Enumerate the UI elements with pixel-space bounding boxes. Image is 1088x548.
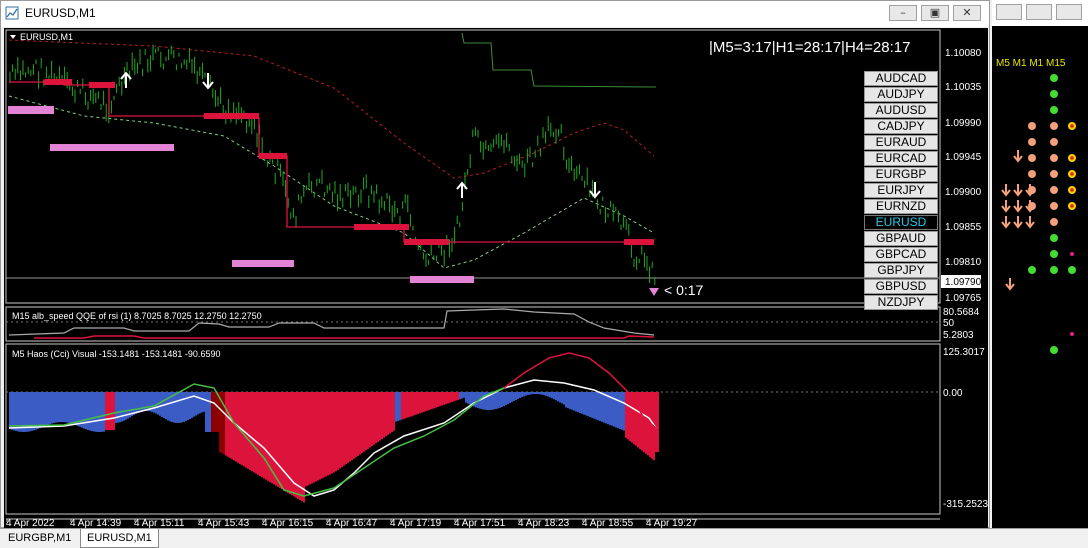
signal-arrows (120, 71, 601, 199)
time-tick: 4 Apr 17:51 (454, 518, 506, 528)
bar-countdown: < 0:17 (664, 282, 704, 298)
down-arrow-icon (1013, 216, 1023, 229)
panel-minimize-button[interactable] (996, 4, 1022, 20)
down-arrow-icon (1005, 278, 1015, 291)
chart-window: EURUSD,M1 – ▣ ✕ EURUSD,M1 |M5=3:17|H1=28… (0, 0, 990, 529)
qqe-axis-min: 5.2803 (943, 330, 974, 341)
time-tick: 4 Apr 17:19 (390, 518, 442, 528)
timeframe-timer: |M5=3:17|H1=28:17|H4=28:17 (709, 39, 910, 56)
symbol-button-cadjpy[interactable]: CADJPY (864, 119, 938, 134)
haos-histogram (8, 352, 659, 503)
symbol-button-audcad[interactable]: AUDCAD (864, 71, 938, 86)
qqe-axis-mid: 50 (943, 318, 955, 329)
time-tick: 4 Apr 18:23 (518, 518, 570, 528)
panel-maximize-button[interactable] (1026, 4, 1052, 20)
signal-panel-titlebar[interactable] (992, 0, 1088, 26)
down-arrow-icon (1001, 216, 1011, 229)
chart-menu-icon[interactable] (10, 35, 16, 39)
tab-eurusd[interactable]: EURUSD,M1 (80, 529, 159, 548)
tab-eurgbp[interactable]: EURGBP,M1 (2, 529, 77, 548)
symbol-button-gbpaud[interactable]: GBPAUD (864, 231, 938, 246)
price-tick: 1.09765 (945, 293, 982, 304)
close-button[interactable]: ✕ (953, 5, 981, 21)
down-arrow-icon (589, 182, 601, 199)
candles (9, 44, 656, 285)
chart-tab-bar: EURGBP,M1 EURUSD,M1 (0, 528, 1088, 548)
down-arrow-icon (1013, 150, 1023, 163)
symbol-button-audusd[interactable]: AUDUSD (864, 103, 938, 118)
haos-axis-zero: 0.00 (943, 388, 963, 399)
window-title: EURUSD,M1 (25, 6, 96, 20)
symbol-button-eurgbp[interactable]: EURGBP (864, 167, 938, 182)
symbol-button-gbpcad[interactable]: GBPCAD (864, 247, 938, 262)
down-arrow-icon (1013, 184, 1023, 197)
haos-axis-min: -315.2523 (943, 499, 988, 510)
time-tick: 4 Apr 15:11 (134, 518, 185, 528)
symbol-button-gbpjpy[interactable]: GBPJPY (864, 263, 938, 278)
chart-area[interactable]: EURUSD,M1 |M5=3:17|H1=28:17|H4=28:17 < 0… (4, 28, 988, 529)
time-tick: 4 Apr 16:47 (326, 518, 378, 528)
haos-indicator-label: M5 Haos (Cci) Visual -153.1481 -153.1481… (12, 349, 220, 359)
time-tick: 4 Apr 15:43 (198, 518, 250, 528)
down-arrow-icon (1025, 216, 1035, 229)
panel-close-button[interactable] (1056, 4, 1082, 20)
haos-axis-max: 125.3017 (943, 347, 985, 358)
down-arrow-icon (1013, 200, 1023, 213)
symbol-button-nzdjpy[interactable]: NZDJPY (864, 295, 938, 310)
time-tick: 4 Apr 2022 (6, 518, 55, 528)
maximize-button[interactable]: ▣ (921, 5, 949, 21)
main-panel-frame (5, 29, 941, 304)
time-tick: 4 Apr 19:27 (646, 518, 698, 528)
chart-window-icon (5, 6, 19, 20)
signal-panel-header: M5 M1 M1 M15 (996, 58, 1066, 69)
signal-dots (1001, 74, 1076, 354)
price-chart[interactable]: EURUSD,M1 |M5=3:17|H1=28:17|H4=28:17 < 0… (4, 28, 988, 529)
symbol-button-eurjpy[interactable]: EURJPY (864, 183, 938, 198)
close-icon: ✕ (962, 6, 972, 19)
htf-line (461, 32, 657, 88)
chart-symbol-label: EURUSD,M1 (20, 32, 73, 42)
red-step-blocks (44, 79, 654, 245)
symbol-button-euraud[interactable]: EURAUD (864, 135, 938, 150)
down-arrow-icon (1001, 184, 1011, 197)
symbol-button-eurcad[interactable]: EURCAD (864, 151, 938, 166)
price-tick: 1.09810 (945, 257, 982, 268)
current-bar-marker-icon (649, 288, 659, 296)
time-axis: 4 Apr 2022 4 Apr 14:39 4 Apr 15:11 4 Apr 15… (6, 518, 698, 529)
time-tick: 4 Apr 18:55 (582, 518, 634, 528)
time-tick: 4 Apr 16:15 (262, 518, 314, 528)
current-price-label: 1.09790 (945, 277, 982, 288)
restore-icon: ▣ (929, 6, 941, 19)
qqe-axis-max: 80.5684 (943, 307, 980, 318)
time-tick: 4 Apr 14:39 (70, 518, 122, 528)
down-arrow-icon (1001, 200, 1011, 213)
symbol-button-eurnzd[interactable]: EURNZD (864, 199, 938, 214)
minimize-icon: – (900, 6, 906, 19)
price-tick: 1.09900 (945, 187, 982, 198)
minimize-button[interactable]: – (889, 5, 917, 21)
price-axis: 1.10080 1.10035 1.09990 1.09945 1.09900 1.098… (945, 48, 982, 304)
support-bands (8, 106, 474, 283)
symbol-button-audjpy[interactable]: AUDJPY (864, 87, 938, 102)
signal-panel: M5 M1 M1 M15 (992, 0, 1088, 528)
title-bar[interactable]: EURUSD,M1 – ▣ ✕ (1, 1, 989, 27)
qqe-indicator-label: M15 alb_speed QQE of rsi (1) 8.7025 8.70… (12, 311, 262, 321)
price-tick: 1.10080 (945, 48, 982, 59)
symbol-button-eurusd[interactable]: EURUSD (864, 215, 938, 230)
price-tick: 1.09855 (945, 222, 982, 233)
price-tick: 1.10035 (945, 82, 982, 93)
symbol-button-gbpusd[interactable]: GBPUSD (864, 279, 938, 294)
price-tick: 1.09945 (945, 152, 982, 163)
price-tick: 1.09990 (945, 118, 982, 129)
haos-panel-frame (5, 343, 941, 515)
